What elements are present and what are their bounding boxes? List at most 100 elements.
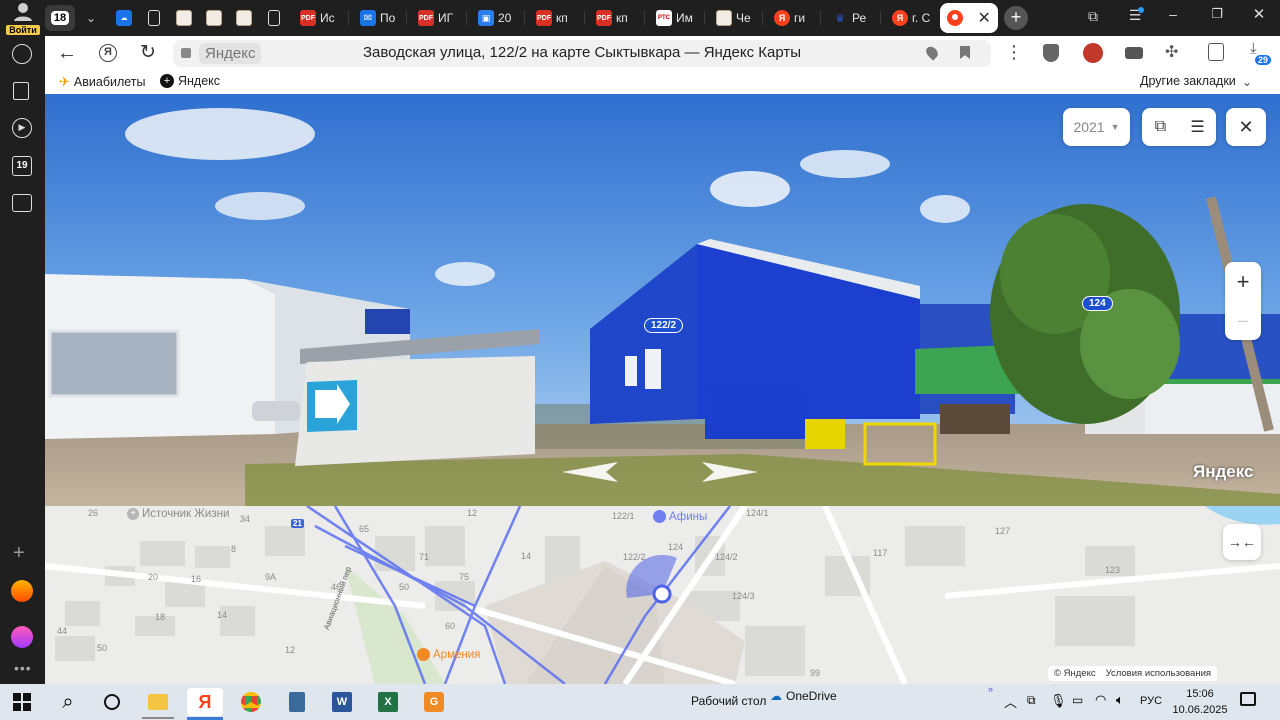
minimize-icon[interactable]: –: [1162, 6, 1184, 28]
word-icon[interactable]: W: [324, 688, 360, 716]
house-number: 124/3: [732, 591, 755, 601]
calculator-icon[interactable]: [279, 688, 315, 716]
history-icon[interactable]: [12, 44, 32, 64]
pdf-app-icon[interactable]: G: [416, 688, 452, 716]
meet-icon[interactable]: ⧉: [1027, 693, 1036, 708]
year-select[interactable]: 2021 ▼: [1063, 108, 1130, 146]
zoom-in-button[interactable]: +: [1237, 262, 1250, 301]
tab-6[interactable]: PDF кп: [596, 4, 628, 32]
house-label-main[interactable]: 122/2: [644, 318, 684, 333]
house-number: 44: [57, 626, 68, 636]
close-panorama-icon[interactable]: ✕: [1226, 108, 1266, 146]
house-number: 16: [191, 574, 202, 584]
reload-icon[interactable]: ↻: [140, 41, 156, 64]
tab-label: г. С: [912, 11, 931, 25]
desktop-toolbar-label[interactable]: Рабочий стол: [691, 694, 766, 708]
zoom-out-button[interactable]: –: [1238, 301, 1248, 340]
house-number: 9А: [265, 572, 277, 582]
profile-login-button[interactable]: Войти: [6, 2, 40, 35]
extension-avatar-icon[interactable]: [1083, 43, 1103, 63]
mini-map[interactable]: 26 34 8 9А 20 16 18 14 44 50 12 65 71 75…: [45, 506, 1280, 684]
house-number: 117: [873, 548, 888, 558]
language-indicator[interactable]: РУС: [1140, 695, 1162, 707]
market-icon[interactable]: [11, 580, 33, 602]
tab-7[interactable]: РТС Им: [656, 4, 693, 32]
more-icon[interactable]: •••: [14, 660, 32, 676]
screenshot-icon[interactable]: [12, 194, 32, 212]
address-field[interactable]: Яндекс Заводская улица, 122/2 на карте С…: [173, 40, 991, 67]
house-label-right[interactable]: 124: [1082, 296, 1113, 311]
tabs-menu-chevron-icon[interactable]: ⌄: [78, 5, 104, 31]
wifi-icon[interactable]: ◠: [1095, 692, 1106, 708]
downloads-icon[interactable]: ⤓: [1250, 40, 1257, 57]
clock[interactable]: 15:06 10.06.2025: [1172, 686, 1228, 718]
tab-4[interactable]: ▣ 20: [478, 4, 511, 32]
bookmark-aviatickets[interactable]: ✈ Авиабилеты: [59, 74, 146, 90]
street-panorama[interactable]: 122/2 124 2021 ▼ ⧉ ☰ ✕ + – Яндекс: [45, 94, 1280, 506]
tab-label: Ис: [320, 11, 335, 25]
poi-cinema[interactable]: Афины: [653, 510, 707, 523]
tab-active-yandex-maps[interactable]: ✕: [940, 3, 998, 33]
add-panel-icon[interactable]: +: [13, 542, 25, 565]
doc-icon: [176, 10, 192, 26]
alice-icon[interactable]: [11, 626, 33, 648]
restore-icon[interactable]: ❐: [1206, 6, 1228, 28]
tab-9[interactable]: Яги: [774, 4, 805, 32]
calendar-icon[interactable]: 19: [12, 156, 32, 176]
start-button[interactable]: [4, 688, 40, 716]
house-number: 123: [1105, 565, 1121, 575]
nav-right-arrow-icon[interactable]: [700, 460, 760, 484]
protect-shield-icon[interactable]: [1043, 44, 1059, 62]
extension-mask-icon[interactable]: [1125, 47, 1143, 59]
tab-cloud[interactable]: ☁: [116, 4, 132, 32]
tab-8[interactable]: Че: [716, 4, 751, 32]
task-view-icon[interactable]: [94, 688, 130, 716]
new-tab-button[interactable]: +: [1004, 6, 1028, 30]
notes-icon[interactable]: [13, 82, 29, 100]
close-tab-icon[interactable]: ✕: [977, 8, 990, 28]
tab-11[interactable]: Яг. С: [892, 4, 930, 32]
tab-document-2[interactable]: [176, 4, 192, 32]
other-bookmarks[interactable]: Другие закладки ⌄: [1140, 74, 1252, 89]
tab-3[interactable]: PDF ИГ: [418, 4, 453, 32]
onedrive-item[interactable]: ☁ OneDrive: [770, 689, 837, 703]
terms-link[interactable]: Условия использования: [1106, 668, 1211, 679]
yandex-home-icon[interactable]: Я: [99, 44, 117, 62]
tab-2[interactable]: ✉ По: [360, 4, 395, 32]
extensions-puzzle-icon[interactable]: ✣: [1165, 42, 1178, 62]
notifications-icon[interactable]: [1240, 692, 1256, 706]
tab-document-3[interactable]: [206, 4, 222, 32]
open-external-icon[interactable]: ⧉: [1142, 118, 1179, 136]
doc-icon: [236, 10, 252, 26]
volume-icon[interactable]: 🔈︎: [1116, 692, 1124, 708]
more-vertical-icon[interactable]: ⋮: [1005, 42, 1023, 63]
collections-toolbar-icon[interactable]: [1208, 43, 1224, 61]
tab-document-5[interactable]: [268, 4, 280, 32]
yandex-browser-icon[interactable]: Я: [187, 688, 223, 716]
chevron-up-icon[interactable]: ︿: [1004, 692, 1017, 711]
tab-count-button[interactable]: 18: [45, 5, 75, 31]
chrome-icon[interactable]: [233, 688, 269, 716]
battery-icon[interactable]: ▭: [1072, 693, 1083, 707]
tab-5[interactable]: PDF кп: [536, 4, 568, 32]
poi-source-of-life[interactable]: + Источник Жизни: [127, 508, 229, 520]
menu-lines-icon[interactable]: ☰: [1179, 117, 1216, 137]
video-icon[interactable]: ▶: [12, 118, 32, 138]
bookmark-yandex[interactable]: + Яндекс: [160, 74, 220, 88]
map-pin-icon: [947, 10, 964, 26]
collections-icon[interactable]: ⧉: [1083, 8, 1103, 28]
file-explorer-icon[interactable]: [140, 688, 176, 716]
back-arrow-icon[interactable]: ←: [57, 42, 77, 65]
microphone-icon[interactable]: 🎙︎: [1050, 693, 1067, 709]
close-window-icon[interactable]: ✕: [1248, 5, 1270, 27]
excel-icon[interactable]: X: [370, 688, 406, 716]
nav-left-arrow-icon[interactable]: [560, 460, 620, 484]
tab-document-4[interactable]: [236, 4, 252, 32]
tab-document-1[interactable]: [148, 4, 160, 32]
poi-cafe[interactable]: Армения: [417, 648, 480, 661]
tab-1[interactable]: PDF Ис: [300, 4, 335, 32]
search-icon[interactable]: ⌕: [50, 688, 86, 716]
tab-10[interactable]: ♛ Ре: [832, 4, 866, 32]
collapse-map-icon[interactable]: →←: [1223, 524, 1261, 560]
yandex-icon: Я: [774, 10, 790, 26]
